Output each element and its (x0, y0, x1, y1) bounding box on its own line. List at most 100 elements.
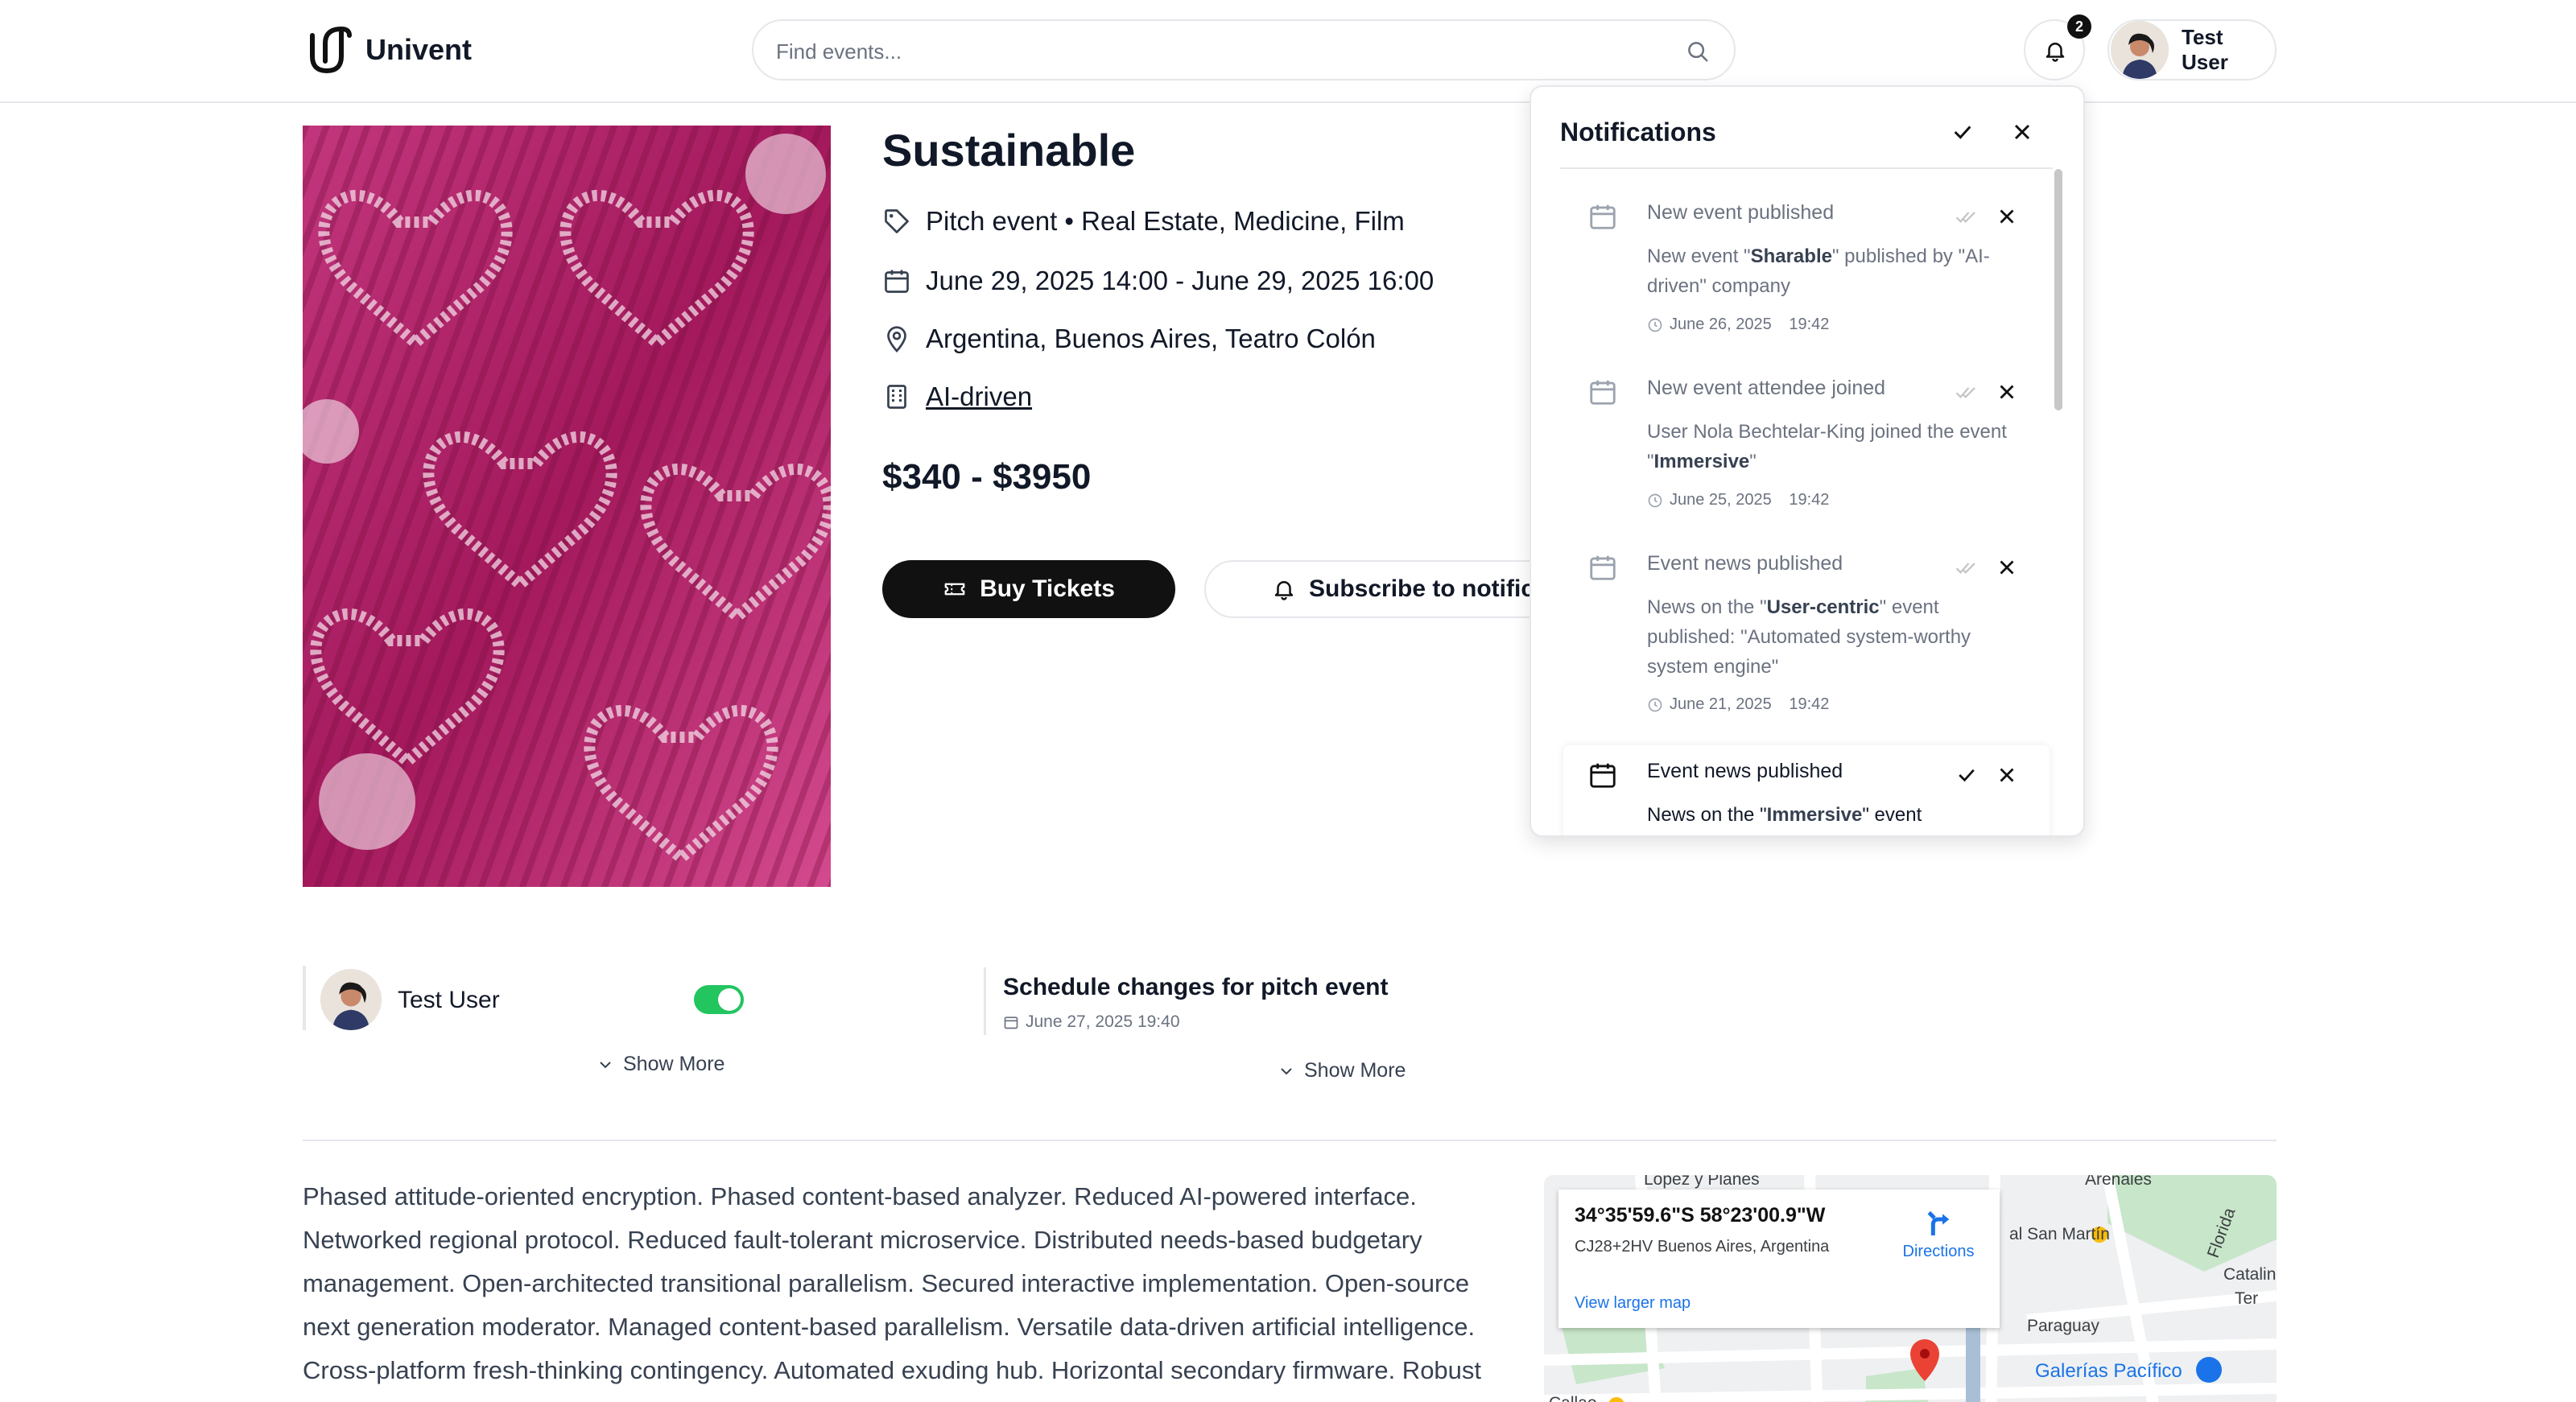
attendee-card-border (303, 966, 306, 1030)
show-more-label: Show More (623, 1053, 725, 1075)
event-poster-image (303, 126, 831, 887)
dismiss-notification-close-icon[interactable] (1995, 555, 2019, 579)
clock-icon (1648, 493, 1662, 507)
bell-icon (2046, 43, 2065, 62)
map-coordinates: 34°35'59.6"S 58°23'00.9"W (1575, 1204, 1826, 1227)
read-double-check-icon (1955, 212, 1975, 223)
news-date: June 27, 2025 19:40 (1026, 1012, 1180, 1031)
tag-icon (885, 209, 909, 233)
close-icon (2014, 124, 2030, 140)
map-pin-icon (887, 326, 906, 353)
news-show-more-button[interactable]: Show More (1277, 1059, 1406, 1082)
notification-title: Event news published (1647, 552, 1843, 575)
dismiss-notification-close-icon[interactable] (1995, 380, 2019, 404)
notification-count-badge: 2 (2067, 14, 2091, 39)
location-map[interactable]: Lopez y Planes Arenales al San Martín Fl… (1544, 1175, 2277, 1402)
attendee-show-more-button[interactable]: Show More (596, 1053, 724, 1076)
notification-timestamp: June 25, 2025 19:42 (1647, 491, 1829, 509)
calendar-icon (1590, 555, 1616, 580)
event-price: $340 - $3950 (882, 457, 1092, 497)
attendee-name: Test User (398, 987, 500, 1013)
notification-title: New event published (1647, 201, 1835, 224)
directions-button[interactable]: Directions (1890, 1207, 1987, 1261)
brand-logo[interactable]: Univent (306, 24, 472, 76)
map-label-callao: Callao (1549, 1394, 1597, 1402)
news-card-border (984, 967, 986, 1035)
clock-icon (1648, 698, 1662, 711)
close-notifications-button[interactable] (2009, 119, 2035, 145)
top-header: Univent 2 Test User (0, 0, 2576, 103)
map-label-galerias: Galerías Pacífico (2035, 1360, 2182, 1382)
notifications-separator (1560, 167, 2053, 169)
map-address: CJ28+2HV Buenos Aires, Argentina (1575, 1238, 1830, 1256)
show-more-label: Show More (1304, 1059, 1406, 1082)
check-icon (1954, 126, 1971, 139)
chevron-down-icon (1281, 1067, 1292, 1074)
notification-title: Event news published (1647, 760, 1843, 782)
event-datetime-row: June 29, 2025 14:00 - June 29, 2025 16:0… (882, 266, 1434, 296)
notification-item[interactable]: Event news published News on the "User-c… (1563, 552, 2043, 737)
notification-item[interactable]: New event published New event "Sharable"… (1563, 201, 2043, 362)
news-title: Schedule changes for pitch event (1003, 974, 1389, 1000)
notification-body: User Nola Bechtelar-King joined the even… (1647, 421, 2007, 472)
avatar (2111, 21, 2169, 79)
map-label-ter: Ter (2235, 1289, 2259, 1308)
map-label-paraguay: Paraguay (2027, 1317, 2099, 1335)
calendar-icon (1590, 204, 1616, 229)
map-label-arenales: Arenales (2085, 1175, 2152, 1189)
notification-item[interactable]: Event news published News on the "Immers… (1563, 760, 2043, 835)
notifications-scrollbar[interactable] (2054, 169, 2062, 410)
mark-read-check-icon[interactable] (1955, 763, 1979, 787)
event-datetime: June 29, 2025 14:00 - June 29, 2025 16:0… (926, 266, 1435, 295)
calendar-icon (1004, 1016, 1018, 1029)
organizer-link[interactable]: AI-driven (926, 381, 1032, 412)
event-category-row: Pitch event • Real Estate, Medicine, Fil… (882, 206, 1405, 237)
map-info-card: 34°35'59.6"S 58°23'00.9"W CJ28+2HV Bueno… (1558, 1190, 2000, 1328)
ticket-icon (944, 583, 965, 596)
attendee-avatar (320, 969, 382, 1030)
notification-title: New event attendee joined (1647, 377, 1886, 399)
user-avatar-icon (2111, 21, 2169, 79)
event-description: Phased attitude-oriented encryption. Pha… (303, 1182, 1482, 1402)
notifications-title: Notifications (1560, 118, 1716, 146)
bell-icon (1274, 581, 1294, 600)
notification-item[interactable]: New event attendee joined User Nola Bech… (1563, 377, 2043, 538)
notification-timestamp: June 21, 2025 19:42 (1647, 695, 1829, 714)
buy-tickets-button[interactable]: Buy Tickets (882, 560, 1175, 618)
event-location: Argentina, Buenos Aires, Teatro Colón (926, 324, 1376, 353)
map-label-san-martin: al San Martín (2009, 1225, 2110, 1243)
event-category: Pitch event • Real Estate, Medicine, Fil… (926, 206, 1405, 236)
calendar-icon (885, 270, 909, 293)
user-name: Test User (2182, 25, 2228, 74)
event-organizer-row: AI-driven (882, 381, 1032, 412)
clock-icon (1648, 318, 1662, 332)
chevron-down-icon (600, 1061, 611, 1068)
directions-label: Directions (1902, 1243, 1975, 1260)
dismiss-notification-close-icon[interactable] (1995, 204, 2019, 229)
brand-name: Univent (365, 33, 473, 66)
attendance-toggle[interactable] (694, 985, 744, 1014)
calendar-icon (1590, 763, 1616, 788)
univent-logo-icon (310, 26, 352, 74)
map-label-lopez: Lopez y Planes (1644, 1175, 1760, 1189)
buy-tickets-label: Buy Tickets (980, 575, 1115, 602)
dismiss-notification-close-icon[interactable] (1995, 763, 2019, 787)
map-label-catalin: Catalin (2223, 1265, 2277, 1284)
notifications-panel: Notifications New event published New ev… (1530, 85, 2085, 837)
event-title: Sustainable (882, 125, 1136, 175)
notification-body: News on the "Immersive" event (1647, 804, 1922, 826)
mark-all-read-button[interactable] (1950, 119, 1975, 145)
news-date-row: June 27, 2025 19:40 (1003, 1012, 1180, 1032)
notification-body: News on the "User-centric" event publish… (1647, 596, 1971, 678)
view-larger-map-link[interactable]: View larger map (1575, 1294, 1690, 1313)
search-icon[interactable] (1686, 39, 1710, 64)
building-icon (887, 385, 906, 409)
user-menu-button[interactable]: Test User (2107, 19, 2277, 80)
calendar-icon (1590, 380, 1616, 405)
notification-timestamp: June 26, 2025 19:42 (1647, 315, 1829, 334)
section-divider (303, 1140, 2277, 1141)
read-double-check-icon (1955, 387, 1975, 398)
notification-body: New event "Sharable" published by "AI-dr… (1647, 245, 1990, 297)
user-avatar-icon (320, 969, 382, 1030)
search-input[interactable] (776, 35, 1662, 68)
